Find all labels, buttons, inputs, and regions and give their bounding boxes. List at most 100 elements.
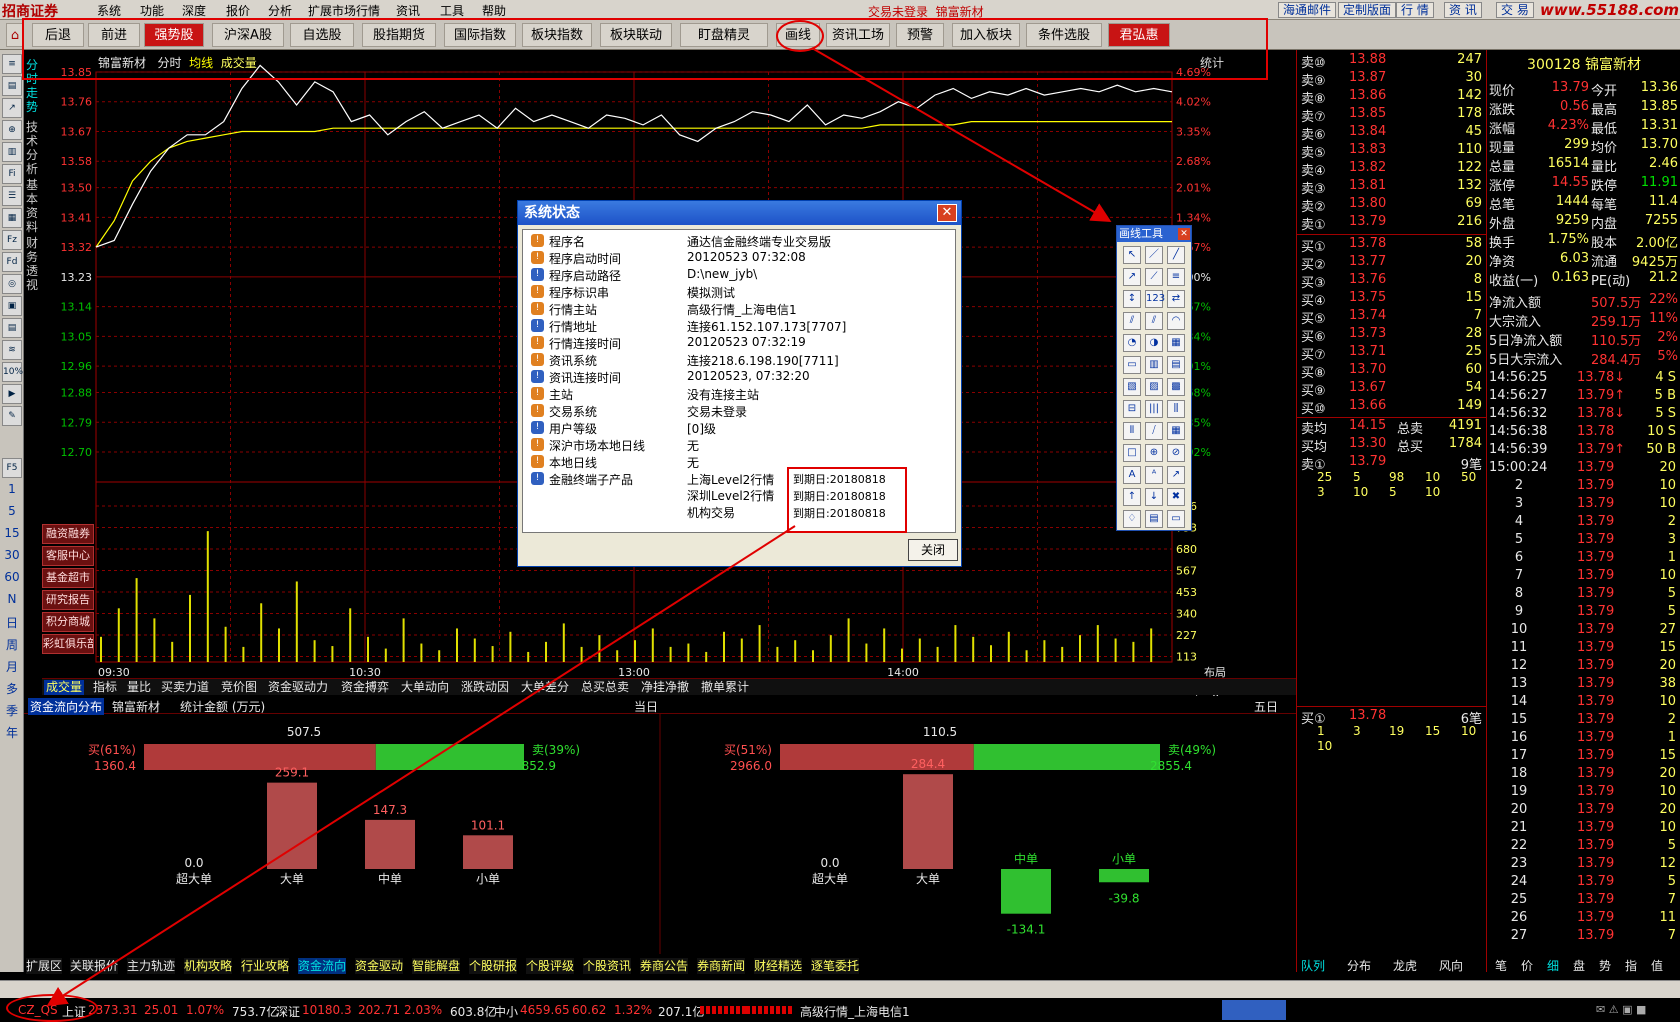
bottom-tab-7[interactable]: 智能解盘 <box>412 958 461 974</box>
bottom-tab-11[interactable]: 券商公告 <box>640 958 689 974</box>
save-icon[interactable]: ▭ <box>1167 510 1185 528</box>
text-big-icon[interactable]: ᴬ <box>1145 466 1163 484</box>
speed-icon[interactable]: ▧ <box>1123 378 1141 396</box>
detail-tab-0[interactable]: 笔 <box>1495 958 1507 974</box>
indicator-tab-5[interactable]: 资金驱动力 <box>266 680 330 695</box>
order-book-price[interactable]: 13.81 <box>1349 178 1386 193</box>
indicator-tab-10[interactable]: 总买总卖 <box>579 680 631 695</box>
sidebar-tool-icon[interactable]: Fz <box>2 230 22 250</box>
book-tab-1[interactable]: 分布 <box>1347 958 1371 974</box>
sidebar-tool-icon[interactable]: ≡ <box>2 54 22 74</box>
bottom-tab-5[interactable]: 资金流向 <box>298 958 347 974</box>
order-book-price[interactable]: 13.70 <box>1349 362 1386 377</box>
down-arrow-icon[interactable]: ↓ <box>1145 488 1163 506</box>
cursor-icon[interactable]: ↖ <box>1123 246 1141 264</box>
ellipse-icon[interactable]: ◑ <box>1145 334 1163 352</box>
top-right-button-2[interactable]: 行 情 <box>1396 2 1434 18</box>
order-book-price[interactable]: 13.75 <box>1349 290 1386 305</box>
channel-icon[interactable]: ≡ <box>1167 268 1185 286</box>
order-book-price[interactable]: 13.78 <box>1349 236 1386 251</box>
order-book-price[interactable]: 13.73 <box>1349 326 1386 341</box>
indicator-tab-3[interactable]: 买卖力道 <box>159 680 211 695</box>
menu-item-5[interactable]: 扩展市场行情 <box>308 2 380 19</box>
status-row[interactable]: ! 行情主站 高级行情_上海电信1 <box>527 300 957 317</box>
sidebar-tool-icon[interactable]: ✎ <box>2 406 22 426</box>
cycle-icon[interactable]: ⊟ <box>1123 400 1141 418</box>
indicator-tab-7[interactable]: 大单动向 <box>399 680 451 695</box>
top-right-button-1[interactable]: 定制版面 <box>1338 2 1397 18</box>
bottom-tab-12[interactable]: 券商新闻 <box>697 958 746 974</box>
bottom-tab-2[interactable]: 主力轨迹 <box>127 958 176 974</box>
period-button[interactable]: 30 <box>0 548 24 562</box>
sidebar-tool-icon[interactable]: ▤ <box>2 318 22 338</box>
indicator-tab-4[interactable]: 竞价图 <box>219 680 259 695</box>
order-book-price[interactable]: 13.77 <box>1349 254 1386 269</box>
bars-icon[interactable]: ||| <box>1145 400 1163 418</box>
period-button[interactable]: 年 <box>0 724 24 741</box>
bottom-tab-4[interactable]: 行业攻略 <box>241 958 290 974</box>
bottom-tab-13[interactable]: 财经精选 <box>754 958 803 974</box>
menu-item-4[interactable]: 分析 <box>268 2 292 19</box>
detail-tab-1[interactable]: 价 <box>1521 958 1533 974</box>
box-icon[interactable]: ▭ <box>1123 356 1141 374</box>
shape-icon[interactable]: ♢ <box>1123 510 1141 528</box>
circle-icon[interactable]: ◔ <box>1123 334 1141 352</box>
status-row[interactable]: ! 资讯连接时间 20120523, 07:32:20 <box>527 368 957 385</box>
order-book-price[interactable]: 13.67 <box>1349 380 1386 395</box>
order-book-price[interactable]: 13.88 <box>1349 52 1386 67</box>
bottom-tab-9[interactable]: 个股评级 <box>526 958 575 974</box>
sidebar-tool-icon[interactable]: ≋ <box>2 340 22 360</box>
period-button[interactable]: 月 <box>0 658 24 675</box>
service-button-1[interactable]: 客服中心 <box>42 546 94 566</box>
period-icon[interactable]: ▥ <box>1145 356 1163 374</box>
status-row[interactable]: ! 行情地址 连接61.152.107.173[7707] <box>527 317 957 334</box>
sidebar-tool-icon[interactable]: ⊕ <box>2 120 22 140</box>
status-row[interactable]: ! 交易系统 交易未登录 <box>527 402 957 419</box>
period-button[interactable]: 周 <box>0 636 24 653</box>
ray-icon[interactable]: ╱ <box>1167 246 1185 264</box>
gann-icon[interactable]: ⫽ <box>1145 312 1163 330</box>
sidebar-tool-icon[interactable]: ▶ <box>2 384 22 404</box>
label-icon[interactable]: 123 <box>1145 290 1165 308</box>
menu-item-6[interactable]: 资讯 <box>396 2 420 19</box>
f5-icon[interactable]: F5 <box>2 458 22 478</box>
sidebar-tool-icon[interactable]: Fi <box>2 164 22 184</box>
sidebar-tool-icon[interactable]: ↗ <box>2 98 22 118</box>
sidebar-tool-icon[interactable]: ▥ <box>2 142 22 162</box>
fib-icon[interactable]: ⫽ <box>1123 312 1141 330</box>
list-icon[interactable]: ▤ <box>1145 510 1163 528</box>
status-row[interactable]: ! 程序启动时间 20120523 07:32:08 <box>527 249 957 266</box>
sidebar-tool-icon[interactable]: Fd <box>2 252 22 272</box>
period-button[interactable]: 5 <box>0 504 24 518</box>
bottom-tab-0[interactable]: 扩展区 <box>26 958 63 974</box>
indicator-tab-1[interactable]: 指标 <box>91 680 119 695</box>
status-row[interactable]: ! 主站 没有连接主站 <box>527 385 957 402</box>
detail-tab-5[interactable]: 指 <box>1625 958 1637 974</box>
detail-tab-2[interactable]: 细 <box>1547 958 1559 974</box>
rect-icon[interactable]: □ <box>1123 444 1141 462</box>
indicator-tab-6[interactable]: 资金搏弈 <box>339 680 391 695</box>
period-button[interactable]: 60 <box>0 570 24 584</box>
fan-icon[interactable]: ▤ <box>1167 356 1185 374</box>
grid-icon[interactable]: ▦ <box>1167 334 1185 352</box>
parallel-icon[interactable]: ⟋ <box>1145 268 1163 286</box>
up-arrow-icon[interactable]: ↑ <box>1123 488 1141 506</box>
bottom-tab-10[interactable]: 个股资讯 <box>583 958 632 974</box>
status-row[interactable]: ! 程序启动路径 D:\new_jyb\ <box>527 266 957 283</box>
pen-icon[interactable]: ↗ <box>1167 466 1185 484</box>
detail-tab-3[interactable]: 盘 <box>1573 958 1585 974</box>
bottom-tab-1[interactable]: 关联报价 <box>70 958 119 974</box>
indicator-tab-0[interactable]: 成交量 <box>44 680 85 695</box>
bottom-tab-8[interactable]: 个股研报 <box>469 958 518 974</box>
menu-item-8[interactable]: 帮助 <box>482 2 506 19</box>
status-row[interactable]: ! 深沪市场本地日线 无 <box>527 436 957 453</box>
order-book-price[interactable]: 13.66 <box>1349 398 1386 413</box>
plus-icon[interactable]: ⊕ <box>1145 444 1163 462</box>
order-book-price[interactable]: 13.80 <box>1349 196 1386 211</box>
indicator-tab-8[interactable]: 涨跌动因 <box>459 680 511 695</box>
menu-item-7[interactable]: 工具 <box>440 2 464 19</box>
order-book-price[interactable]: 13.71 <box>1349 344 1386 359</box>
slant-icon[interactable]: ⧸ <box>1145 422 1163 440</box>
arc-icon[interactable]: ◠ <box>1167 312 1185 330</box>
period-button[interactable]: 15 <box>0 526 24 540</box>
